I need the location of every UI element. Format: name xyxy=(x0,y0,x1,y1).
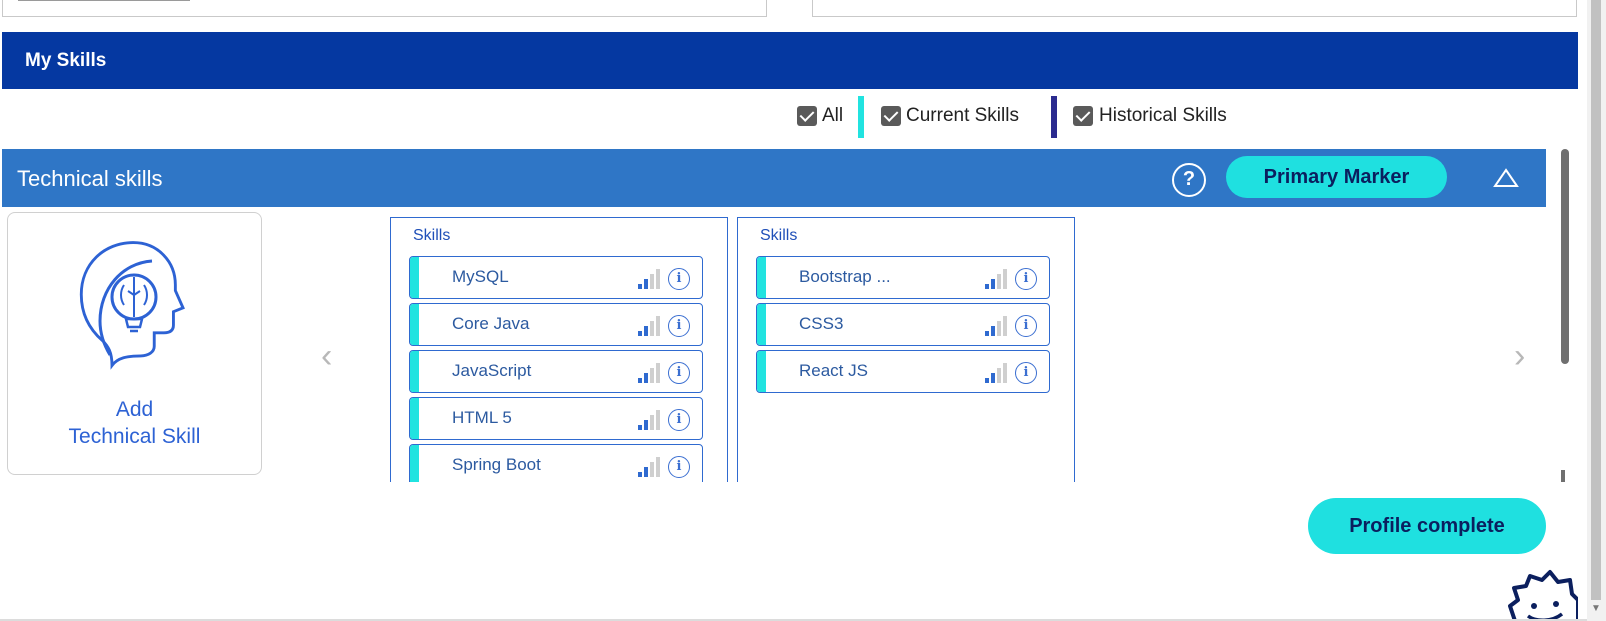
skill-chip[interactable]: HTML 5 i xyxy=(409,397,703,440)
info-icon[interactable]: i xyxy=(668,409,690,431)
skill-name: CSS3 xyxy=(799,314,844,333)
signal-strength-icon xyxy=(638,316,660,336)
skill-name: Bootstrap ... xyxy=(799,267,891,286)
current-skills-marker xyxy=(858,96,864,138)
filter-all-label: All xyxy=(822,105,844,126)
skills-column-title: Skills xyxy=(760,227,798,244)
current-skill-accent xyxy=(410,445,419,482)
info-icon[interactable]: i xyxy=(1015,315,1037,337)
page-scrollbar[interactable]: ▼ xyxy=(1587,0,1606,621)
page-scroll-thumb[interactable] xyxy=(1591,0,1601,600)
current-skill-accent xyxy=(757,351,766,392)
current-skill-accent xyxy=(757,257,766,298)
signal-strength-icon xyxy=(985,363,1007,383)
my-skills-header: My Skills xyxy=(2,32,1578,89)
signal-strength-icon xyxy=(985,316,1007,336)
current-skill-accent xyxy=(410,351,419,392)
profile-complete-button[interactable]: Profile complete xyxy=(1308,498,1546,554)
skill-name: JavaScript xyxy=(452,361,532,380)
current-skill-accent xyxy=(757,304,766,345)
skill-filters: All Current Skills Historical Skills xyxy=(0,96,1606,139)
current-skill-accent xyxy=(410,304,419,345)
signal-strength-icon xyxy=(638,457,660,477)
top-left-panel xyxy=(2,0,767,17)
filter-historical-checkbox[interactable] xyxy=(1073,106,1093,126)
technical-skills-bar: Technical skills ? Primary Marker xyxy=(2,149,1546,207)
filter-current-checkbox[interactable] xyxy=(881,106,901,126)
current-skill-accent xyxy=(410,398,419,439)
help-circle-icon[interactable]: ? xyxy=(1172,163,1206,197)
skill-chip[interactable]: CSS3 i xyxy=(756,303,1050,346)
skill-chip[interactable]: React JS i xyxy=(756,350,1050,393)
signal-strength-icon xyxy=(638,410,660,430)
historical-skills-marker xyxy=(1051,96,1057,138)
chatbot-icon[interactable] xyxy=(1496,562,1578,621)
info-icon[interactable]: i xyxy=(668,315,690,337)
skill-name: Spring Boot xyxy=(452,455,541,474)
skill-chip[interactable]: Core Java i xyxy=(409,303,703,346)
info-icon[interactable]: i xyxy=(1015,362,1037,384)
signal-strength-icon xyxy=(638,363,660,383)
scroll-down-arrow-icon[interactable]: ▼ xyxy=(1591,603,1601,614)
filter-all-checkbox[interactable] xyxy=(797,106,817,126)
panel-scroll-end xyxy=(1561,470,1565,482)
skills-column: Skills Bootstrap ... i CSS3 i React JS i xyxy=(737,217,1075,482)
section-title: My Skills xyxy=(25,50,107,71)
technical-skills-title: Technical skills xyxy=(17,166,163,191)
filter-historical-label: Historical Skills xyxy=(1099,105,1227,126)
top-right-panel xyxy=(812,0,1577,17)
skill-name: Core Java xyxy=(452,314,530,333)
skill-chip[interactable]: Bootstrap ... i xyxy=(756,256,1050,299)
skills-carousel: Skills MySQL i Core Java i JavaScript i … xyxy=(2,207,1546,482)
primary-marker-button[interactable]: Primary Marker xyxy=(1226,156,1447,198)
skill-name: HTML 5 xyxy=(452,408,512,427)
skill-chip[interactable]: Spring Boot i xyxy=(409,444,703,482)
skill-name: MySQL xyxy=(452,267,509,286)
signal-strength-icon xyxy=(985,269,1007,289)
skill-chip[interactable]: JavaScript i xyxy=(409,350,703,393)
skills-column: Skills MySQL i Core Java i JavaScript i … xyxy=(390,217,728,482)
info-icon[interactable]: i xyxy=(668,268,690,290)
top-left-field-line xyxy=(18,0,190,1)
signal-strength-icon xyxy=(638,269,660,289)
current-skill-accent xyxy=(410,257,419,298)
info-icon[interactable]: i xyxy=(1015,268,1037,290)
skills-column-title: Skills xyxy=(413,227,451,244)
info-icon[interactable]: i xyxy=(668,456,690,478)
info-icon[interactable]: i xyxy=(668,362,690,384)
filter-current-label: Current Skills xyxy=(906,105,1019,126)
skill-name: React JS xyxy=(799,361,868,380)
chevron-up-icon[interactable] xyxy=(1492,166,1520,190)
skill-chip[interactable]: MySQL i xyxy=(409,256,703,299)
panel-scroll-thumb[interactable] xyxy=(1561,149,1569,364)
